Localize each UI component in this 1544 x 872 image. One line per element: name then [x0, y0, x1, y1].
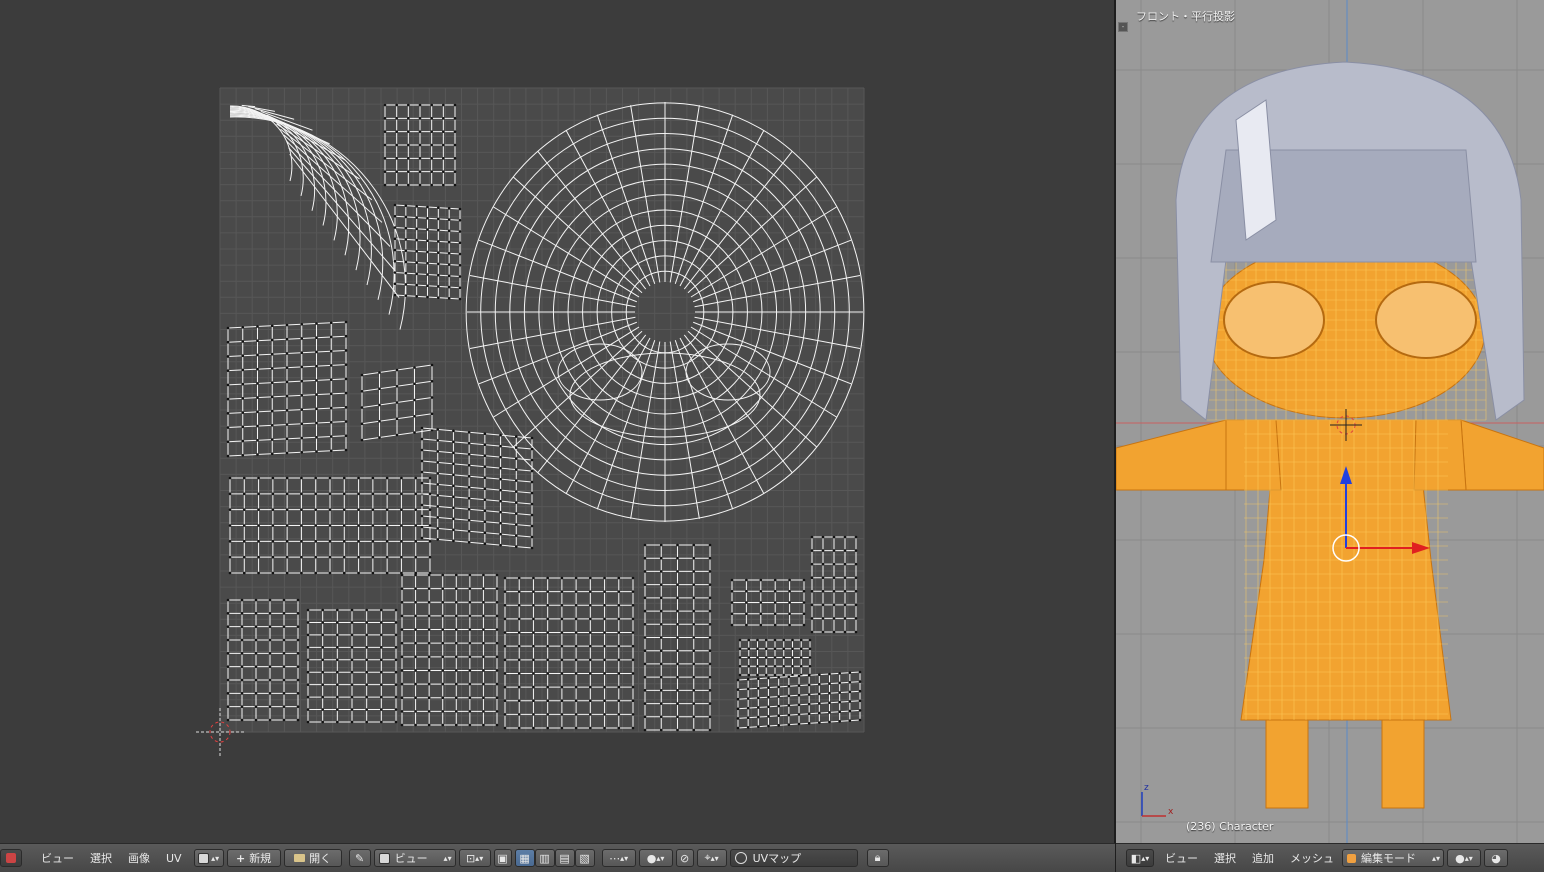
pin-icon[interactable]: ✎	[348, 849, 371, 867]
snap-icon[interactable]: ⌖ ▴▾	[696, 849, 727, 867]
menu-image[interactable]: 画像	[120, 850, 158, 866]
open-folder-icon	[294, 854, 306, 862]
image-browse-icon[interactable]: ▴▾	[193, 849, 224, 867]
uv-editor-header: ビュー 選択 画像 UV ▴▾ + 新規 開く ✎ ビュー ▴▾ ⊡ ▴▾ ▣ …	[0, 843, 1115, 872]
pivot-icon[interactable]: ⊡ ▴▾	[458, 849, 491, 867]
uvmap-field[interactable]: UVマップ	[729, 849, 858, 867]
new-image-icon: +	[235, 851, 246, 865]
falloff-icon[interactable]: ● ▴▾	[638, 849, 673, 867]
viewport-header: ◧ ▴▾ ビュー 選択 追加 メッシュ 編集モード ▴▾ ● ▴▾ ◕	[1116, 843, 1544, 872]
view-mode-dropdown[interactable]: ビュー ▴▾	[373, 849, 456, 867]
uv-canvas[interactable]	[0, 0, 1115, 843]
menu-view[interactable]: ビュー	[33, 850, 82, 866]
snap-toggle-icon[interactable]: ⊘	[675, 849, 694, 867]
v3d-menu-select[interactable]: 選択	[1206, 850, 1244, 866]
split-minus-icon[interactable]: -	[1118, 22, 1128, 32]
mode-label: 編集モード	[1361, 852, 1416, 865]
editor-type-icon[interactable]	[0, 849, 22, 867]
open-image-button[interactable]: 開く	[283, 849, 342, 867]
viewport-status: (236) Character	[1186, 820, 1274, 833]
eye-left	[1223, 281, 1325, 359]
viewport-canvas[interactable]: zx	[1116, 0, 1544, 843]
uv-image-editor[interactable]	[0, 0, 1115, 843]
new-image-label: 新規	[249, 852, 272, 865]
view-mode-label: ビュー	[394, 852, 428, 865]
eye-right	[1375, 281, 1477, 359]
v3d-menu-mesh[interactable]: メッシュ	[1282, 850, 1342, 866]
select-edge-icon[interactable]: ▥	[534, 849, 555, 867]
pivot-3d-icon[interactable]: ◕	[1484, 849, 1508, 867]
open-image-label: 開く	[309, 852, 332, 865]
proportional-icon[interactable]: ⋯ ▴▾	[601, 849, 636, 867]
select-island-icon[interactable]: ▧	[574, 849, 595, 867]
new-image-button[interactable]: + 新規	[226, 849, 281, 867]
menu-uv[interactable]: UV	[158, 852, 190, 865]
uvmap-icon	[734, 852, 747, 864]
axis-indicator-icon: zx	[1141, 783, 1174, 817]
shading-icon[interactable]: ● ▴▾	[1447, 849, 1481, 867]
axis-z-label: z	[1144, 783, 1149, 793]
uv-island-skirt-side[interactable]	[643, 543, 712, 732]
select-face-icon[interactable]: ▤	[554, 849, 575, 867]
v3d-menu-add[interactable]: 追加	[1244, 850, 1282, 866]
lock-icon[interactable]: 🔒︎	[866, 849, 889, 867]
menu-select[interactable]: 選択	[82, 850, 120, 866]
select-vertex-icon[interactable]: ▦	[514, 849, 535, 867]
editor-type-3d-icon[interactable]: ◧ ▴▾	[1126, 849, 1154, 867]
sticky-select-icon[interactable]: ▣	[493, 849, 512, 867]
mode-dropdown[interactable]: 編集モード ▴▾	[1342, 849, 1444, 867]
3d-viewport[interactable]: zx フロント・平行投影 (236) Character + -	[1116, 0, 1544, 843]
viewport-title: フロント・平行投影	[1136, 10, 1235, 23]
uvmap-label: UVマップ	[752, 852, 802, 865]
axis-x-label: x	[1168, 807, 1174, 817]
v3d-menu-view[interactable]: ビュー	[1157, 850, 1206, 866]
